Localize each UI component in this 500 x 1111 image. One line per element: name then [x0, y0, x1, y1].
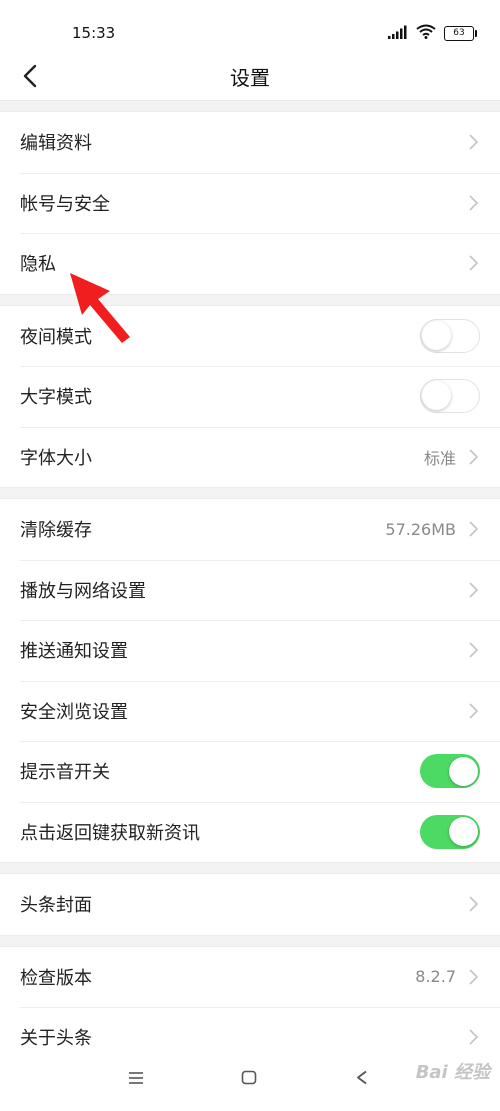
- status-bar: 15:33 63: [0, 0, 500, 56]
- menu-icon[interactable]: [128, 1070, 144, 1089]
- back-triangle-icon[interactable]: [356, 1070, 368, 1089]
- row-label: 帐号与安全: [20, 193, 110, 215]
- section-divider: [0, 934, 500, 947]
- row-value: 57.26MB: [385, 519, 456, 539]
- settings-row-safe-browsing[interactable]: 安全浏览设置: [0, 680, 500, 742]
- settings-row-playback-network[interactable]: 播放与网络设置: [0, 559, 500, 621]
- row-label: 关于头条: [20, 1028, 92, 1050]
- row-label: 提示音开关: [20, 762, 110, 784]
- settings-section: 头条封面: [0, 874, 500, 935]
- row-value: 标准: [423, 448, 456, 468]
- settings-row-large-text: 大字模式: [0, 366, 500, 427]
- row-label: 安全浏览设置: [20, 701, 128, 723]
- large-text-toggle[interactable]: [420, 379, 480, 414]
- settings-row-account-security[interactable]: 帐号与安全: [0, 172, 500, 234]
- signal-icon: [388, 24, 408, 43]
- baidu-jingyan-watermark-icon: Bai 经验: [415, 1062, 490, 1083]
- row-label: 清除缓存: [20, 520, 92, 542]
- chevron-right-icon: [466, 894, 480, 914]
- settings-list: 编辑资料 帐号与安全 隐私 夜间模式 大字模式 字体大小 标准 清除缓存 57.…: [0, 100, 500, 1068]
- section-divider: [0, 862, 500, 874]
- settings-row-check-version[interactable]: 检查版本 8.2.7: [0, 947, 500, 1008]
- chevron-right-icon: [466, 253, 480, 273]
- row-label: 播放与网络设置: [20, 580, 146, 602]
- chevron-right-icon: [466, 580, 480, 600]
- annotation-arrow-icon: [60, 265, 136, 349]
- toggle-knob: [449, 817, 478, 847]
- home-square-icon[interactable]: [241, 1070, 257, 1089]
- chevron-right-icon: [466, 193, 480, 213]
- status-icons: 63: [388, 24, 477, 43]
- chevron-right-icon: [466, 519, 480, 539]
- settings-row-font-size[interactable]: 字体大小 标准: [0, 426, 500, 488]
- status-time: 15:33: [72, 24, 116, 42]
- battery-icon: 63: [444, 26, 477, 41]
- chevron-right-icon: [466, 132, 480, 152]
- row-label: 字体大小: [20, 447, 92, 469]
- row-label: 点击返回键获取新资讯: [20, 822, 200, 844]
- chevron-right-icon: [466, 967, 480, 987]
- page-title: 设置: [230, 66, 270, 90]
- settings-row-cover[interactable]: 头条封面: [0, 874, 500, 935]
- chevron-right-icon: [466, 701, 480, 721]
- row-label: 头条封面: [20, 895, 92, 917]
- sound-toggle[interactable]: [420, 754, 480, 789]
- row-label: 大字模式: [20, 387, 92, 409]
- settings-row-back-refresh: 点击返回键获取新资讯: [0, 801, 500, 863]
- settings-row-push-notifications[interactable]: 推送通知设置: [0, 620, 500, 681]
- section-divider: [0, 487, 500, 499]
- settings-section: 清除缓存 57.26MB 播放与网络设置 推送通知设置 安全浏览设置 提示音开关…: [0, 499, 500, 862]
- toggle-knob: [422, 320, 451, 350]
- settings-row-sound: 提示音开关: [0, 741, 500, 802]
- section-divider: [0, 100, 500, 112]
- back-refresh-toggle[interactable]: [420, 814, 480, 849]
- toggle-knob: [422, 381, 451, 411]
- row-label: 推送通知设置: [20, 641, 128, 663]
- nav-bar: 设置: [0, 56, 500, 100]
- wifi-icon: [416, 24, 436, 43]
- settings-row-edit-profile[interactable]: 编辑资料: [0, 112, 500, 173]
- row-label: 编辑资料: [20, 133, 92, 155]
- chevron-right-icon: [466, 640, 480, 660]
- settings-row-clear-cache[interactable]: 清除缓存 57.26MB: [0, 499, 500, 560]
- toggle-knob: [449, 756, 478, 786]
- chevron-right-icon: [466, 1027, 480, 1047]
- night-mode-toggle[interactable]: [420, 318, 480, 353]
- chevron-right-icon: [466, 447, 480, 467]
- row-label: 检查版本: [20, 967, 92, 989]
- row-value: 8.2.7: [415, 967, 456, 987]
